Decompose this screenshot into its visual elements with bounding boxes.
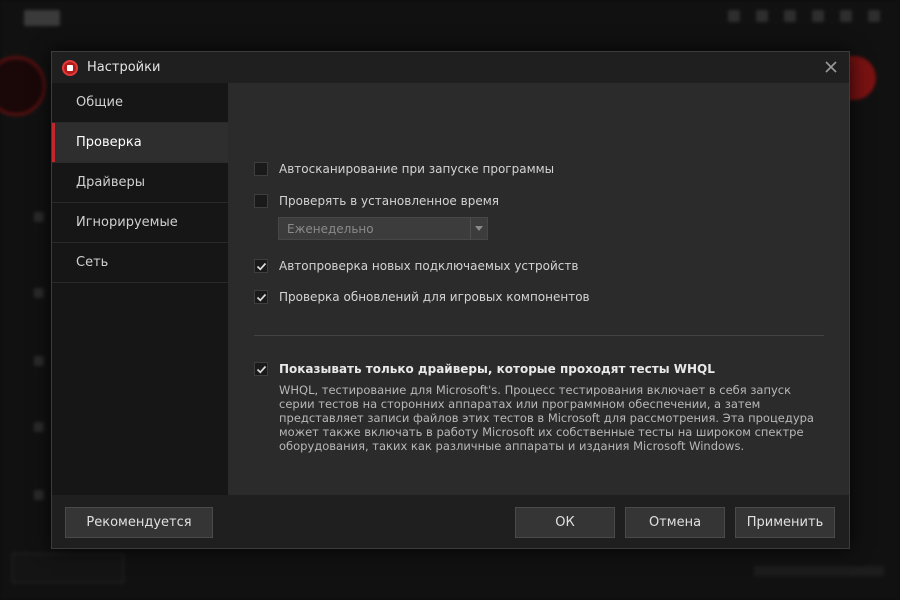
background-mark bbox=[34, 288, 44, 298]
background-bottom-button bbox=[12, 553, 124, 583]
autoscan-checkbox[interactable] bbox=[254, 162, 268, 176]
dialog-titlebar[interactable]: Настройки bbox=[52, 52, 849, 83]
checkmark-icon bbox=[256, 365, 266, 374]
scheduled-scan-checkbox[interactable] bbox=[254, 194, 268, 208]
background-badge bbox=[24, 9, 60, 26]
settings-dialog: Настройки Общие Проверка Драйверы Игнори… bbox=[51, 51, 850, 549]
checkmark-icon bbox=[256, 293, 266, 302]
chevron-down-icon[interactable] bbox=[470, 218, 487, 239]
bg-ctrl-icon bbox=[868, 10, 880, 22]
background-mark bbox=[34, 490, 44, 500]
sidebar-item-scan[interactable]: Проверка bbox=[52, 123, 228, 163]
autocheck-devices-option[interactable]: Автопроверка новых подключаемых устройст… bbox=[254, 259, 578, 273]
game-updates-label: Проверка обновлений для игровых компонен… bbox=[279, 290, 590, 304]
sidebar-item-network[interactable]: Сеть bbox=[52, 243, 228, 283]
game-updates-checkbox[interactable] bbox=[254, 290, 268, 304]
app-logo-icon bbox=[62, 59, 78, 76]
cancel-button[interactable]: Отмена bbox=[625, 507, 725, 538]
background-window-controls bbox=[728, 10, 880, 22]
settings-sidebar: Общие Проверка Драйверы Игнорируемые Сет… bbox=[52, 83, 228, 495]
apply-button[interactable]: Применить bbox=[735, 507, 835, 538]
background-mark bbox=[34, 422, 44, 432]
bg-ctrl-icon bbox=[840, 10, 852, 22]
bg-ctrl-icon bbox=[784, 10, 796, 22]
scheduled-scan-label: Проверять в установленное время bbox=[279, 194, 499, 208]
schedule-frequency-select[interactable]: Еженедельно bbox=[278, 217, 488, 240]
checkmark-icon bbox=[256, 262, 266, 271]
whql-checkbox[interactable] bbox=[254, 362, 268, 376]
section-divider bbox=[254, 335, 824, 336]
whql-option[interactable]: Показывать только драйверы, которые прох… bbox=[254, 362, 715, 376]
sidebar-item-ignored[interactable]: Игнорируемые bbox=[52, 203, 228, 243]
bg-ctrl-icon bbox=[756, 10, 768, 22]
background-mark bbox=[34, 356, 44, 366]
autoscan-label: Автосканирование при запуске программы bbox=[279, 162, 555, 176]
sidebar-item-drivers[interactable]: Драйверы bbox=[52, 163, 228, 203]
background-bottom-text bbox=[754, 566, 884, 576]
game-updates-option[interactable]: Проверка обновлений для игровых компонен… bbox=[254, 290, 590, 304]
bg-ctrl-icon bbox=[728, 10, 740, 22]
autocheck-devices-checkbox[interactable] bbox=[254, 259, 268, 273]
autoscan-option[interactable]: Автосканирование при запуске программы bbox=[254, 162, 554, 176]
autocheck-devices-label: Автопроверка новых подключаемых устройст… bbox=[279, 259, 579, 273]
background-app-title bbox=[18, 8, 60, 26]
scheduled-scan-option[interactable]: Проверять в установленное время bbox=[254, 194, 499, 208]
background-scan-ring bbox=[0, 56, 46, 116]
whql-label: Показывать только драйверы, которые прох… bbox=[279, 362, 715, 376]
schedule-frequency-value: Еженедельно bbox=[287, 221, 374, 236]
ok-button[interactable]: ОК bbox=[515, 507, 615, 538]
bg-ctrl-icon bbox=[812, 10, 824, 22]
whql-description: WHQL, тестирование для Microsoft's. Проц… bbox=[279, 383, 814, 453]
close-icon[interactable] bbox=[823, 59, 839, 75]
dialog-title: Настройки bbox=[87, 60, 161, 75]
dialog-footer: Рекомендуется ОК Отмена Применить bbox=[52, 495, 849, 548]
recommended-button[interactable]: Рекомендуется bbox=[65, 507, 213, 538]
settings-content: Автосканирование при запуске программы П… bbox=[228, 83, 849, 495]
sidebar-item-general[interactable]: Общие bbox=[52, 83, 228, 123]
background-mark bbox=[34, 212, 44, 222]
